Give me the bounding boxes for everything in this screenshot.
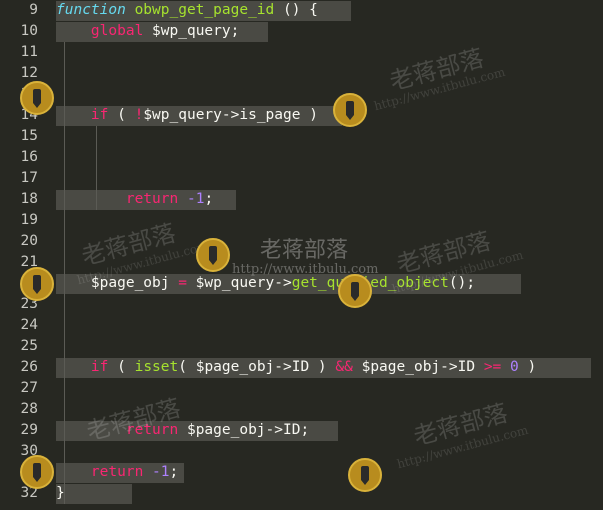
line-number: 24 — [20, 317, 38, 333]
line-number: 27 — [20, 380, 38, 396]
line-number: 17 — [20, 170, 38, 186]
code-token: = — [178, 275, 187, 291]
code-line[interactable]: 19 — [0, 210, 603, 231]
line-number: 19 — [20, 212, 38, 228]
watermark-pencil-icon — [20, 81, 54, 115]
indent-guide — [64, 378, 65, 450]
watermark-pencil-icon — [338, 274, 372, 308]
code-token: return — [90, 464, 144, 480]
code-token: isset — [134, 359, 179, 375]
code-line[interactable]: 11 — [0, 42, 603, 63]
code-line[interactable]: 15 — [0, 126, 603, 147]
code-token: ( — [108, 107, 135, 123]
code-line[interactable]: 25 — [0, 336, 603, 357]
line-number: 16 — [20, 149, 38, 165]
line-number: 10 — [20, 23, 38, 39]
line-number: 28 — [20, 401, 38, 417]
watermark-pencil-icon — [20, 267, 54, 301]
code-token: obwp_get_page_id — [134, 2, 275, 18]
indent-guide — [96, 126, 97, 210]
code-token: $page_obj — [56, 275, 179, 291]
line-number: 20 — [20, 233, 38, 249]
code-token: $page_obj->ID; — [178, 422, 310, 438]
code-token: () { — [274, 2, 318, 18]
code-token: ; — [204, 191, 214, 207]
code-token: global — [90, 23, 144, 39]
code-token: $page_obj->ID — [352, 359, 484, 375]
code-token: function — [56, 2, 126, 18]
line-number: 18 — [20, 191, 38, 207]
code-text: function obwp_get_page_id () { — [56, 0, 318, 21]
watermark-pencil-icon — [348, 458, 382, 492]
code-token: if — [90, 359, 109, 375]
code-line[interactable]: 26 if ( isset( $page_obj->ID ) && $page_… — [0, 357, 603, 378]
code-line[interactable]: 18 return -1; — [0, 189, 603, 210]
line-number: 9 — [29, 2, 38, 18]
code-token: return — [125, 191, 179, 207]
code-line[interactable]: 24 — [0, 315, 603, 336]
code-token: 0 — [510, 359, 519, 375]
code-line[interactable]: 9 function obwp_get_page_id () { — [0, 0, 603, 21]
code-token: >= — [483, 359, 502, 375]
code-token: if — [90, 107, 109, 123]
code-token: $wp_query; — [143, 23, 240, 39]
code-line[interactable]: 31 return -1; — [0, 462, 603, 483]
code-text: return -1; — [56, 189, 213, 210]
line-number: 29 — [20, 422, 38, 438]
line-number: 11 — [20, 44, 38, 60]
code-token: -1 — [152, 464, 170, 480]
code-line[interactable]: 14 if ( !$wp_query->is_page ) — [0, 105, 603, 126]
code-line[interactable]: 27 — [0, 378, 603, 399]
line-number: 25 — [20, 338, 38, 354]
code-token: ) — [518, 359, 537, 375]
code-token: ( $page_obj->ID ) — [178, 359, 336, 375]
code-token: ; — [169, 464, 179, 480]
code-line[interactable]: 16 — [0, 147, 603, 168]
code-text: if ( isset( $page_obj->ID ) && $page_obj… — [56, 357, 536, 378]
code-token: $wp_query-> — [186, 275, 292, 291]
code-text: if ( !$wp_query->is_page ) — [56, 105, 318, 126]
watermark-pencil-icon — [333, 93, 367, 127]
code-token: $wp_query->is_page ) — [143, 107, 318, 123]
code-text: global $wp_query; — [56, 21, 239, 42]
watermark-text-center: 老蒋部落 — [260, 238, 349, 263]
line-number: 15 — [20, 128, 38, 144]
code-token: ( — [108, 359, 135, 375]
code-line[interactable]: 13 — [0, 84, 603, 105]
code-line[interactable]: 32} — [0, 483, 603, 504]
selection-highlight — [56, 484, 132, 504]
line-number: 26 — [20, 359, 38, 375]
code-line[interactable]: 23 — [0, 294, 603, 315]
code-text: return -1; — [56, 462, 178, 483]
watermark-pencil-icon — [196, 238, 230, 272]
code-token: -1 — [186, 191, 205, 207]
code-line[interactable]: 12 — [0, 63, 603, 84]
code-line[interactable]: 17 — [0, 168, 603, 189]
code-token: && — [335, 359, 353, 375]
code-line[interactable]: 10 global $wp_query; — [0, 21, 603, 42]
watermark-pencil-icon — [20, 455, 54, 489]
